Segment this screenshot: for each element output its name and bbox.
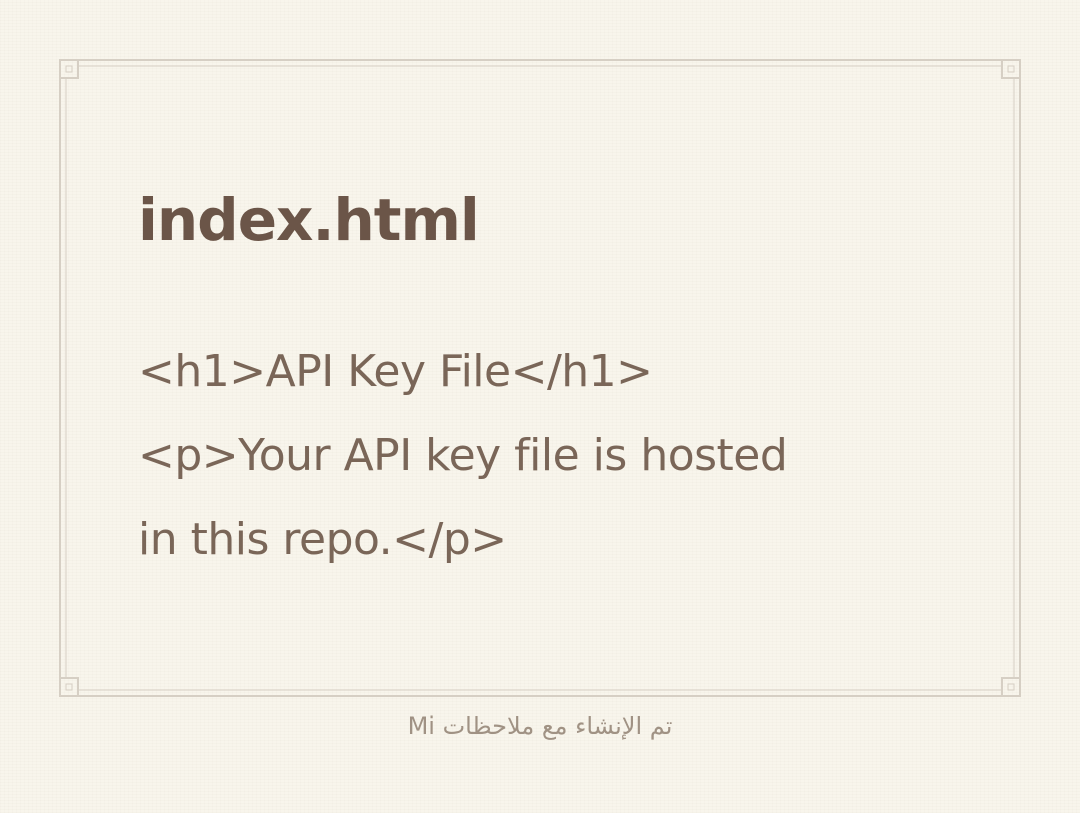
note-body-line: <p>Your API key file is hosted — [138, 430, 788, 481]
created-with-footer: تم الإنشاء مع ملاحظات Mi — [407, 712, 673, 740]
note-body: <h1>API Key File</h1> <p>Your API key fi… — [138, 330, 938, 582]
note-body-line: in this repo.</p> — [138, 514, 507, 565]
note-body-line: <h1>API Key File</h1> — [138, 346, 653, 397]
note-title: index.html — [138, 186, 480, 254]
